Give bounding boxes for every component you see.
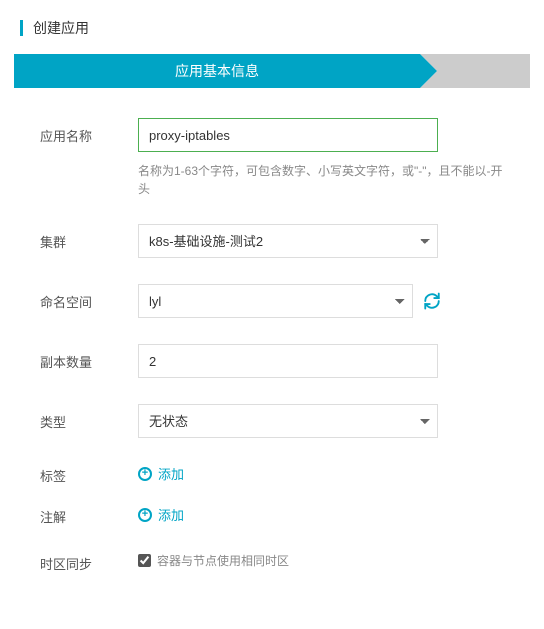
label-namespace: 命名空间 — [40, 284, 138, 311]
add-label-button[interactable]: + 添加 — [138, 464, 184, 483]
app-name-input[interactable] — [138, 118, 438, 152]
namespace-select[interactable]: lyl — [138, 284, 413, 318]
stepper: 应用基本信息 — [14, 54, 530, 88]
replicas-input[interactable] — [138, 344, 438, 378]
page-title: 创建应用 — [33, 18, 89, 38]
form: 应用名称 名称为1-63个字符，可包含数字、小写英文字符，或"-"，且不能以-开… — [0, 118, 544, 629]
app-name-helper: 名称为1-63个字符，可包含数字、小写英文字符，或"-"，且不能以-开头 — [138, 162, 504, 198]
row-namespace: 命名空间 lyl — [40, 284, 504, 318]
tzsync-checkbox[interactable] — [138, 554, 151, 567]
label-labels: 标签 — [40, 464, 138, 485]
page-header: 创建应用 — [0, 0, 544, 54]
row-cluster: 集群 k8s-基础设施-测试2 — [40, 224, 504, 258]
cluster-select[interactable]: k8s-基础设施-测试2 — [138, 224, 438, 258]
label-app-name: 应用名称 — [40, 118, 138, 145]
row-type: 类型 无状态 — [40, 404, 504, 438]
label-type: 类型 — [40, 404, 138, 431]
add-label-text: 添加 — [158, 464, 184, 483]
step-basic-info[interactable]: 应用基本信息 — [14, 54, 420, 88]
row-annotations: 注解 + 添加 — [40, 505, 504, 526]
plus-icon: + — [138, 467, 152, 481]
plus-icon: + — [138, 508, 152, 522]
row-tzsync: 时区同步 容器与节点使用相同时区 — [40, 552, 504, 573]
add-annotation-text: 添加 — [158, 505, 184, 524]
label-cluster: 集群 — [40, 224, 138, 251]
label-annotations: 注解 — [40, 505, 138, 526]
label-replicas: 副本数量 — [40, 344, 138, 371]
header-accent-bar — [20, 20, 23, 36]
row-labels: 标签 + 添加 — [40, 464, 504, 485]
add-annotation-button[interactable]: + 添加 — [138, 505, 184, 524]
step-label: 应用基本信息 — [175, 61, 259, 81]
refresh-icon[interactable] — [423, 292, 441, 310]
type-select[interactable]: 无状态 — [138, 404, 438, 438]
label-tzsync: 时区同步 — [40, 552, 138, 573]
row-replicas: 副本数量 — [40, 344, 504, 378]
row-app-name: 应用名称 名称为1-63个字符，可包含数字、小写英文字符，或"-"，且不能以-开… — [40, 118, 504, 198]
